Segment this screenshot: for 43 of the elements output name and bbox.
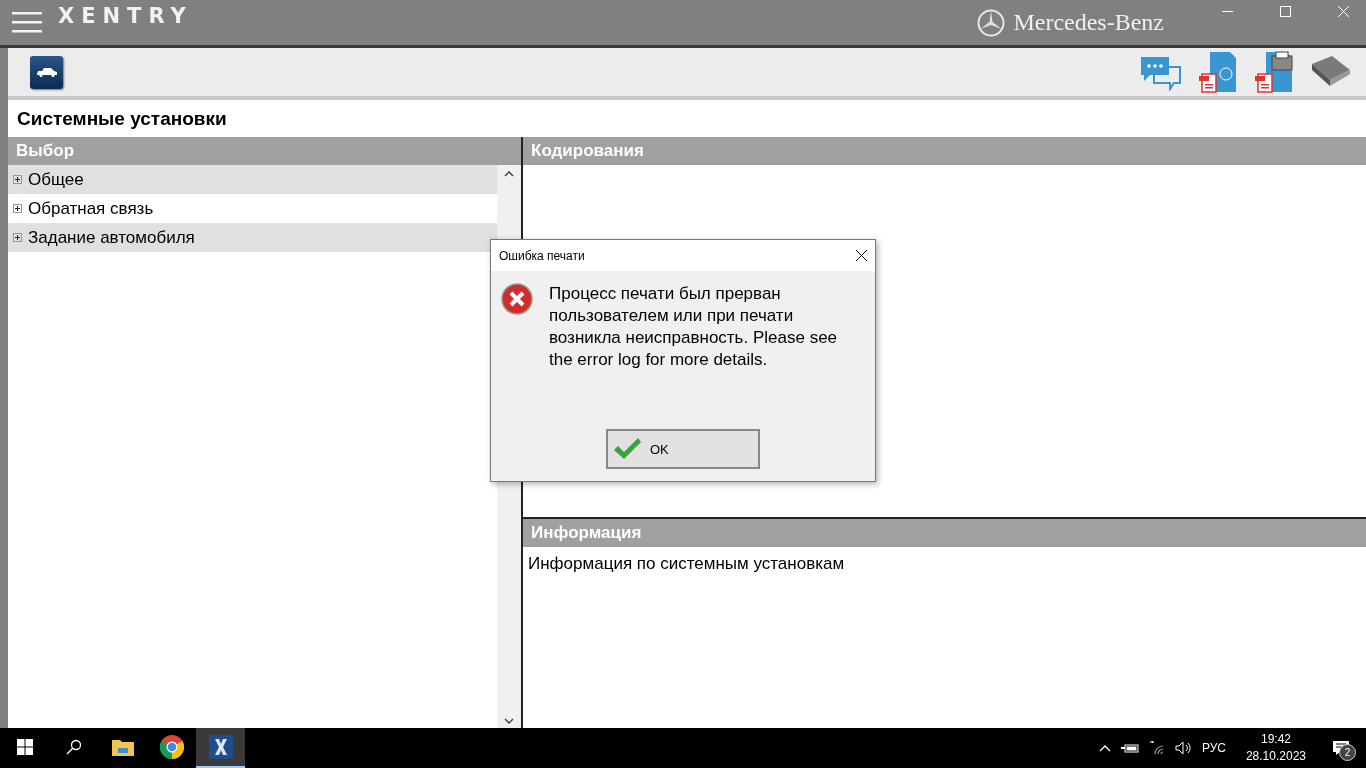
close-icon <box>1337 5 1349 17</box>
panel-header: Информация <box>523 519 1366 547</box>
search-icon <box>65 739 82 755</box>
panel-header: Выбор <box>8 137 521 165</box>
ok-button[interactable]: OK <box>606 429 760 469</box>
scroll-up-icon[interactable] <box>504 171 514 177</box>
pdf-document-icon[interactable] <box>1196 50 1238 94</box>
close-button[interactable] <box>856 250 867 261</box>
star-emblem-icon <box>977 8 1006 37</box>
brand-logo: Mercedes-Benz <box>1013 9 1164 36</box>
notification-count: 2 <box>1339 744 1356 761</box>
chevron-up-icon[interactable] <box>1098 744 1111 752</box>
pdf-print-icon[interactable] <box>1252 50 1294 94</box>
windows-icon <box>16 739 33 755</box>
page-title: Системные установки <box>16 106 228 131</box>
menu-icon[interactable] <box>12 11 42 34</box>
browser-icon <box>159 735 184 759</box>
vehicle-button[interactable] <box>30 55 63 89</box>
app-logo: XENTRY <box>58 3 193 28</box>
expand-icon[interactable] <box>13 204 22 213</box>
expand-icon[interactable] <box>13 233 22 242</box>
language-indicator[interactable]: РУС <box>1201 741 1226 755</box>
dialog-title: Ошибка печати <box>499 248 585 263</box>
tree-item[interactable]: Задание автомобиля <box>8 223 497 252</box>
wifi-icon[interactable] <box>1148 740 1165 756</box>
x-app-icon <box>208 735 233 759</box>
tree-item[interactable]: Общее <box>8 165 497 194</box>
battery-icon[interactable] <box>1120 743 1139 753</box>
error-message: Процесс печати был прерван пользователем или при печати возникла неисправность. Please see the error log for more details. <box>549 283 839 371</box>
folder-icon <box>111 738 134 756</box>
clock[interactable]: 19:42 28.10.2023 <box>1245 731 1306 765</box>
expand-icon[interactable] <box>13 175 22 184</box>
checkmark-icon <box>612 437 642 461</box>
car-icon <box>35 67 58 77</box>
error-icon <box>501 283 533 315</box>
panel-header: Кодирования <box>523 137 1366 165</box>
taskbar-app[interactable] <box>196 728 245 768</box>
scroll-down-icon[interactable] <box>504 718 514 724</box>
speaker-icon[interactable] <box>1174 741 1192 755</box>
close-icon <box>856 250 867 261</box>
maximize-icon <box>1279 5 1291 17</box>
info-text: Информация по системным установкам <box>527 553 846 575</box>
notifications-button[interactable]: 2 <box>1326 733 1356 763</box>
